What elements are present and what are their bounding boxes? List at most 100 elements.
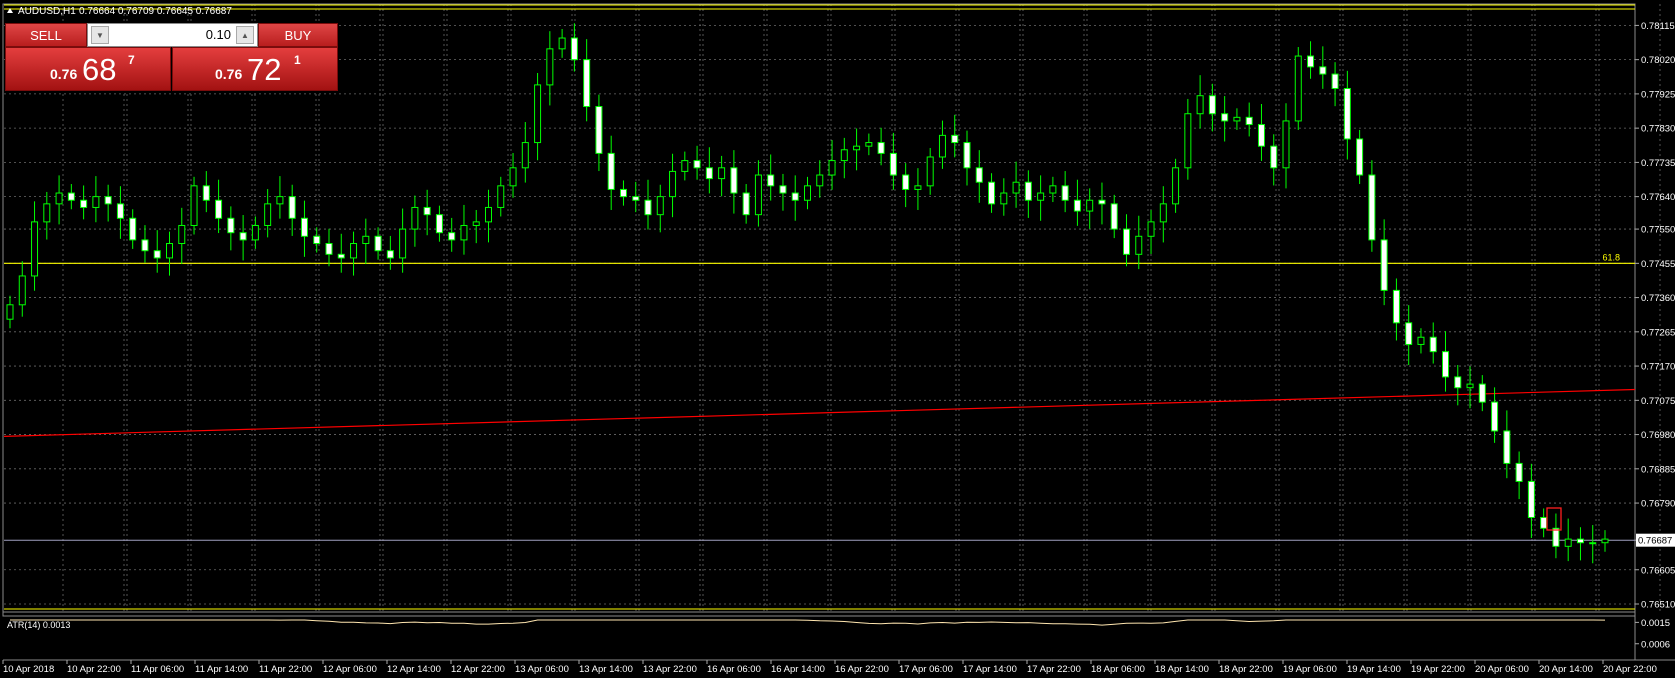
- candle-bear: [1552, 527, 1560, 547]
- candle-bear: [1061, 185, 1069, 201]
- time-tick-label: 19 Apr 22:00: [1411, 664, 1465, 675]
- time-tick-label: 18 Apr 22:00: [1219, 664, 1273, 675]
- time-tick-label: 16 Apr 06:00: [707, 664, 761, 675]
- time-tick-label: 12 Apr 06:00: [323, 664, 377, 675]
- candle-bull: [926, 156, 934, 187]
- candle-bear: [153, 250, 161, 259]
- candle-bear: [963, 142, 971, 169]
- candle-bear: [1257, 124, 1265, 147]
- candle-bear: [1478, 383, 1486, 403]
- candle-bear: [1307, 55, 1315, 68]
- candle-bull: [1172, 167, 1180, 205]
- candle-bull: [754, 174, 762, 216]
- price-tick-label: 0.77925: [1641, 89, 1675, 100]
- candle-bear: [1343, 87, 1351, 140]
- candle-bear: [1380, 239, 1388, 291]
- chart-window[interactable]: 0.0015 0.0006 0.78115 0.78020 0.77925 0.7783…: [0, 0, 1675, 678]
- lot-size-value[interactable]: 0.10: [206, 27, 231, 42]
- price-tick-label: 0.77170: [1641, 362, 1675, 373]
- candle-bull: [681, 160, 689, 172]
- current-price-tag-text: 0.76687: [1638, 536, 1672, 547]
- candle-bear: [693, 160, 701, 169]
- time-tick-label: 11 Apr 22:00: [259, 664, 312, 675]
- candle-bear: [730, 167, 738, 194]
- candle-bull: [1049, 185, 1057, 194]
- price-tick-label: 0.77360: [1641, 293, 1675, 304]
- candle-bull: [178, 224, 186, 245]
- candle-bear: [1270, 145, 1278, 169]
- candle-bear: [386, 250, 394, 259]
- sell-price-button[interactable]: 0.76 68 7: [5, 47, 171, 91]
- price-tick-label: 0.77830: [1641, 124, 1675, 135]
- candle-bear: [705, 167, 713, 180]
- time-tick-label: 20 Apr 22:00: [1603, 664, 1657, 675]
- candle-bull: [1000, 192, 1008, 205]
- candle-bull: [18, 275, 26, 306]
- time-tick-label: 19 Apr 14:00: [1347, 664, 1401, 675]
- lot-size-input[interactable]: ▼ 0.10 ▲: [87, 23, 258, 47]
- candle-bull: [460, 224, 468, 241]
- candle-bear: [129, 217, 137, 241]
- lot-increase-icon[interactable]: ▲: [236, 26, 254, 44]
- candle-bull: [1601, 538, 1609, 544]
- price-chart[interactable]: 0.0015 0.0006 0.78115 0.78020 0.77925 0.7783…: [0, 0, 1675, 678]
- candle-bear: [1540, 516, 1548, 529]
- buy-button[interactable]: BUY: [258, 23, 338, 47]
- candle-bear: [632, 196, 640, 201]
- candle-bear: [877, 142, 885, 154]
- candle-bear: [1392, 289, 1400, 324]
- time-tick-label: 18 Apr 14:00: [1155, 664, 1209, 675]
- candle-bull: [497, 185, 505, 208]
- candle-bear: [583, 59, 591, 108]
- candle-bull: [534, 84, 542, 144]
- candle-bull: [1086, 199, 1094, 212]
- candle-bull: [1417, 336, 1425, 345]
- time-tick-label: 10 Apr 22:00: [67, 664, 121, 675]
- sell-button[interactable]: SELL: [5, 23, 87, 47]
- candle-bull: [1159, 203, 1167, 223]
- price-tick-label: 0.77265: [1641, 327, 1675, 338]
- candle-bull: [853, 145, 861, 151]
- candle-bear: [1442, 351, 1449, 378]
- atr-tick-label: 0.0015: [1641, 618, 1670, 629]
- candle-bull: [362, 235, 370, 245]
- candle-bear: [951, 134, 959, 144]
- candle-bear: [374, 235, 382, 252]
- candle-bear: [1454, 376, 1462, 389]
- candle-bear: [1429, 336, 1437, 353]
- time-tick-label: 17 Apr 06:00: [899, 664, 953, 675]
- candle-bull: [840, 149, 848, 162]
- candle-bull: [669, 170, 677, 198]
- candle-bear: [889, 152, 897, 176]
- candle-bull: [1135, 235, 1143, 255]
- time-tick-label: 13 Apr 22:00: [643, 664, 697, 675]
- ohlc-label: 0.76664 0.76709 0.76645 0.76687: [79, 6, 232, 17]
- sell-price-prefix: 0.76: [50, 66, 78, 82]
- candle-bull: [509, 167, 517, 187]
- candle-bear: [595, 106, 603, 154]
- lot-decrease-icon[interactable]: ▼: [91, 26, 109, 44]
- atr-label: ATR(14) 0.0013: [7, 620, 70, 630]
- time-tick-label: 17 Apr 14:00: [963, 664, 1017, 675]
- candle-bear: [767, 174, 775, 187]
- buy-price-button[interactable]: 0.76 72 1: [172, 47, 338, 91]
- price-tick-label: 0.77075: [1641, 396, 1675, 407]
- candle-bull: [55, 192, 63, 205]
- time-tick-label: 20 Apr 06:00: [1475, 664, 1529, 675]
- time-tick-label: 16 Apr 14:00: [771, 664, 825, 675]
- candle-bull: [1564, 538, 1572, 547]
- candle-bear: [325, 243, 333, 255]
- candle-bear: [1245, 116, 1253, 126]
- candle-bear: [239, 232, 247, 241]
- candle-bull: [6, 304, 14, 320]
- candle-bull: [914, 185, 922, 190]
- sell-price-pips: 68: [82, 52, 117, 87]
- fib-level-label: 61.8: [1602, 252, 1620, 262]
- candle-bear: [779, 185, 787, 194]
- candle-bear: [202, 185, 210, 201]
- candle-bear: [104, 196, 112, 205]
- sell-price-fraction: 7: [128, 53, 135, 67]
- price-tick-label: 0.77640: [1641, 192, 1675, 203]
- candle-bear: [116, 203, 124, 219]
- candle-bull: [816, 174, 824, 187]
